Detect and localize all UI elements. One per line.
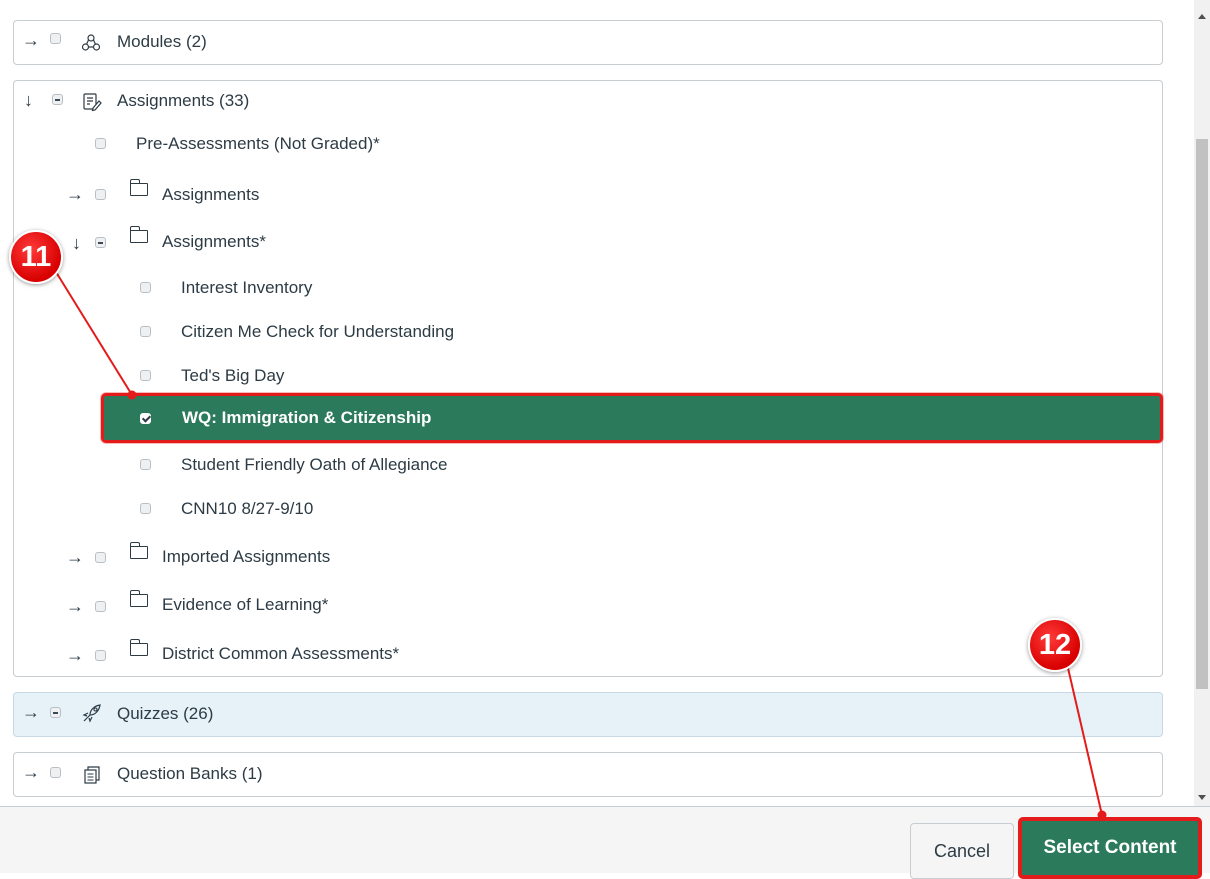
expand-arrow-icon[interactable]: →	[66, 185, 84, 203]
assignment-icon	[83, 93, 102, 112]
item-checkbox[interactable]	[140, 370, 151, 381]
quizzes-label: Quizzes (26)	[117, 704, 214, 723]
expand-arrow-icon[interactable]: →	[22, 763, 40, 781]
selected-item-label: WQ: Immigration & Citizenship	[182, 408, 432, 427]
folder-icon	[130, 639, 148, 656]
list-item[interactable]: Ted's Big Day	[181, 361, 284, 391]
folder-district-checkbox[interactable]	[95, 650, 106, 661]
pre-assessments-checkbox[interactable]	[95, 138, 106, 149]
modules-checkbox[interactable]	[50, 33, 61, 44]
content-selection-tree: → Modules (2) ↓ Assignments (33) Pre-Ass…	[0, 0, 1194, 806]
list-item[interactable]: Student Friendly Oath of Allegiance	[181, 450, 448, 480]
quizzes-checkbox[interactable]	[50, 707, 61, 718]
step-12-badge: 12	[1028, 618, 1082, 672]
folder-icon	[130, 226, 148, 243]
item-checkbox[interactable]	[140, 459, 151, 470]
list-item[interactable]: CNN10 8/27-9/10	[181, 494, 313, 524]
item-checkbox[interactable]	[140, 503, 151, 514]
scroll-up-icon[interactable]	[1198, 14, 1206, 19]
assignments-checkbox[interactable]	[52, 94, 63, 105]
collapse-arrow-icon[interactable]: ↓	[24, 91, 33, 109]
folder-assignments-checkbox[interactable]	[95, 189, 106, 200]
select-content-button[interactable]: Select Content	[1018, 817, 1202, 879]
pre-assessments-label: Pre-Assessments (Not Graded)*	[136, 134, 380, 153]
cancel-button[interactable]: Cancel	[910, 823, 1014, 879]
folder-evidence-checkbox[interactable]	[95, 601, 106, 612]
folder-assignments-label: Assignments	[162, 185, 260, 204]
folder-icon	[130, 179, 148, 196]
folder-icon	[130, 542, 148, 559]
folder-icon	[130, 590, 148, 607]
folder-assignments-star-label: Assignments*	[162, 232, 266, 251]
folder-assignments-star-checkbox[interactable]	[95, 237, 106, 248]
selected-item-row[interactable]: WQ: Immigration & Citizenship	[101, 393, 1163, 443]
rocket-icon	[82, 704, 101, 723]
folder-imported-label: Imported Assignments	[162, 547, 331, 566]
modules-icon	[81, 34, 101, 51]
dialog-footer: Cancel Select Content	[0, 806, 1210, 879]
checked-checkbox[interactable]	[140, 413, 151, 424]
expand-arrow-icon[interactable]: →	[22, 31, 40, 49]
folder-evidence-label: Evidence of Learning*	[162, 595, 329, 614]
step-11-badge: 11	[9, 230, 63, 284]
expand-arrow-icon[interactable]: →	[66, 548, 84, 566]
item-checkbox[interactable]	[140, 326, 151, 337]
scroll-down-icon[interactable]	[1198, 795, 1206, 800]
question-bank-icon	[84, 766, 100, 784]
collapse-arrow-icon[interactable]: ↓	[72, 234, 81, 252]
scrollbar-thumb[interactable]	[1196, 139, 1208, 689]
item-checkbox[interactable]	[140, 282, 151, 293]
list-item[interactable]: Citizen Me Check for Understanding	[181, 317, 454, 347]
folder-district-label: District Common Assessments*	[162, 644, 400, 663]
folder-imported-checkbox[interactable]	[95, 552, 106, 563]
modules-label: Modules (2)	[117, 32, 207, 51]
list-item[interactable]: Interest Inventory	[181, 273, 312, 303]
expand-arrow-icon[interactable]: →	[66, 597, 84, 615]
question-banks-label: Question Banks (1)	[117, 764, 263, 783]
question-banks-checkbox[interactable]	[50, 767, 61, 778]
assignments-label: Assignments (33)	[117, 91, 250, 110]
expand-arrow-icon[interactable]: →	[66, 646, 84, 664]
expand-arrow-icon[interactable]: →	[22, 703, 40, 721]
vertical-scrollbar[interactable]	[1194, 0, 1210, 806]
